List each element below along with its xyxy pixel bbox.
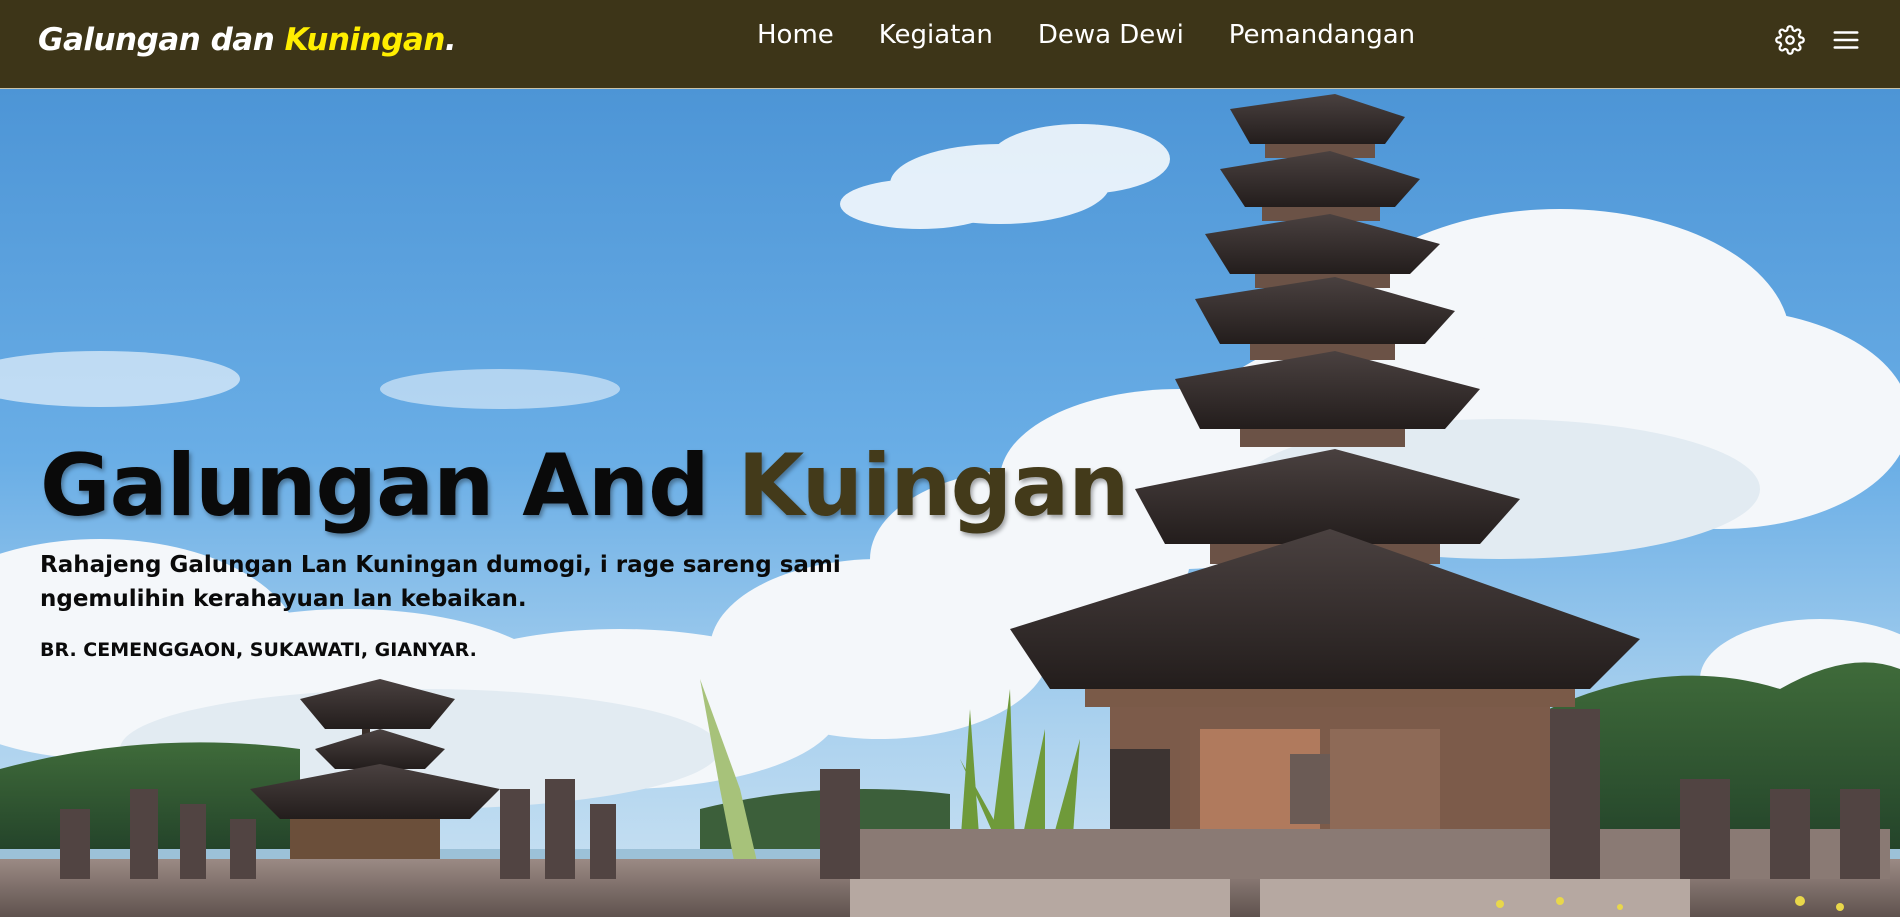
brand-main-text: Galungan dan <box>38 22 285 58</box>
settings-button[interactable] <box>1774 24 1806 56</box>
brand-suffix-text: . <box>444 22 457 58</box>
navbar: Galungan dan Kuningan. Home Kegiatan Dew… <box>0 0 1900 89</box>
nav-link-kegiatan[interactable]: Kegiatan <box>879 20 993 50</box>
nav-icons <box>1774 24 1862 56</box>
hero-title-main: Galungan And <box>40 436 738 536</box>
nav-link-pemandangan[interactable]: Pemandangan <box>1229 20 1415 50</box>
hero-title-accent: Kuingan <box>737 436 1130 536</box>
hero-title: Galungan And Kuingan <box>40 436 1129 536</box>
menu-icon <box>1833 31 1859 49</box>
hero-location: BR. CEMENGGAON, SUKAWATI, GIANYAR. <box>40 638 477 661</box>
brand-logo[interactable]: Galungan dan Kuningan. <box>38 22 457 58</box>
hero-content: Galungan And Kuingan Rahajeng Galungan L… <box>40 436 1129 661</box>
hero-subtitle: Rahajeng Galungan Lan Kuningan dumogi, i… <box>40 551 841 613</box>
nav-link-dewa-dewi[interactable]: Dewa Dewi <box>1038 20 1184 50</box>
nav-links: Home Kegiatan Dewa Dewi Pemandangan <box>757 20 1415 50</box>
brand-accent-text: Kuningan <box>284 22 446 58</box>
menu-button[interactable] <box>1830 24 1862 56</box>
gear-icon <box>1775 25 1805 55</box>
hero-section: Galungan And Kuingan Rahajeng Galungan L… <box>0 89 1900 917</box>
nav-link-home[interactable]: Home <box>757 20 834 50</box>
